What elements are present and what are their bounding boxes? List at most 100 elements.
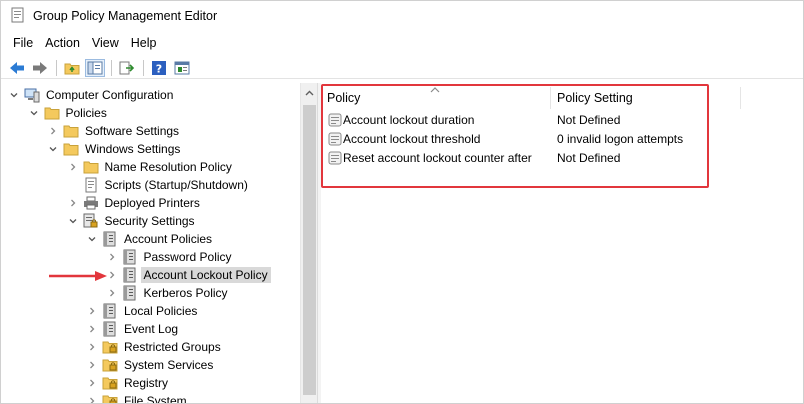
tree-item[interactable]: Software Settings xyxy=(46,122,182,140)
computer-icon xyxy=(24,87,40,103)
security-settings-icon xyxy=(83,213,99,229)
printer-icon xyxy=(83,195,99,211)
scroll-up-arrow-icon[interactable] xyxy=(305,87,314,96)
chevron-right-icon[interactable] xyxy=(85,322,99,336)
tree-item[interactable]: Registry xyxy=(85,374,171,392)
tree-item-label: Registry xyxy=(124,376,169,390)
details-pane: Policy Policy Setting Account lockout du… xyxy=(321,83,803,403)
tree-item-label: Computer Configuration xyxy=(46,88,174,102)
tree-item-label: System Services xyxy=(124,358,214,372)
tree-item-label: Local Policies xyxy=(124,304,198,318)
column-header-policy[interactable]: Policy xyxy=(327,91,360,105)
tree-item[interactable]: Computer Configuration xyxy=(7,86,176,104)
tree-item-label: Password Policy xyxy=(143,250,232,264)
tree-item[interactable]: Policies xyxy=(27,104,110,122)
locked-folder-icon xyxy=(102,375,118,391)
tree-item-label: Windows Settings xyxy=(85,142,181,156)
menu-bar: File Action View Help xyxy=(1,33,163,53)
policy-book-icon xyxy=(102,231,118,247)
tree-item[interactable]: Account Policies xyxy=(85,230,215,248)
tree-item-label: Account Policies xyxy=(124,232,213,246)
policy-item-icon xyxy=(327,150,343,166)
menu-view[interactable]: View xyxy=(86,36,125,50)
tree-item-label: Restricted Groups xyxy=(124,340,221,354)
tree-item[interactable]: Kerberos Policy xyxy=(105,284,231,302)
tree-item-label: Event Log xyxy=(124,322,179,336)
toolbar: ? xyxy=(1,57,803,79)
chevron-right-icon[interactable] xyxy=(66,160,80,174)
chevron-right-icon[interactable] xyxy=(85,376,99,390)
tree-item-label: Scripts (Startup/Shutdown) xyxy=(104,178,248,192)
policy-book-icon xyxy=(102,321,118,337)
export-list-icon[interactable] xyxy=(117,59,137,77)
back-icon[interactable] xyxy=(7,59,27,77)
column-divider[interactable] xyxy=(740,87,741,109)
tree-item[interactable]: Scripts (Startup/Shutdown) xyxy=(66,176,251,194)
tree-item[interactable]: Local Policies xyxy=(85,302,200,320)
menu-file[interactable]: File xyxy=(7,36,39,50)
policy-name: Reset account lockout counter after xyxy=(343,150,532,165)
locked-folder-icon xyxy=(102,393,118,403)
tree-item[interactable]: System Services xyxy=(85,356,216,374)
chevron-right-icon[interactable] xyxy=(46,124,60,138)
tree-item-label: Kerberos Policy xyxy=(143,286,228,300)
no-expander xyxy=(66,178,80,192)
tree-item-label: File System xyxy=(124,394,187,403)
window-title: Group Policy Management Editor xyxy=(33,9,218,23)
console-tree[interactable]: Computer Configuration Policies Software S… xyxy=(5,83,317,403)
menu-help[interactable]: Help xyxy=(125,36,163,50)
toolbar-separator xyxy=(56,59,57,76)
app-icon xyxy=(11,7,25,26)
tree-item[interactable]: Account Lockout Policy xyxy=(105,266,271,284)
policy-book-icon xyxy=(122,267,138,283)
policy-book-icon xyxy=(122,285,138,301)
tree-item[interactable]: Windows Settings xyxy=(46,140,183,158)
chevron-right-icon[interactable] xyxy=(66,196,80,210)
tree-item[interactable]: Name Resolution Policy xyxy=(66,158,235,176)
policy-item-icon xyxy=(327,131,343,147)
tree-item-label: Policies xyxy=(65,106,107,120)
tree-scrollbar[interactable] xyxy=(300,83,317,403)
chevron-down-icon[interactable] xyxy=(27,106,41,120)
policy-setting: Not Defined xyxy=(557,150,621,165)
pointer-arrow-annotation xyxy=(49,271,107,281)
chevron-right-icon[interactable] xyxy=(85,358,99,372)
title-bar: Group Policy Management Editor xyxy=(1,1,803,31)
tree-item[interactable]: Restricted Groups xyxy=(85,338,224,356)
column-headers: Policy Policy Setting xyxy=(321,83,803,111)
tree-item[interactable]: Event Log xyxy=(85,320,181,338)
chevron-right-icon[interactable] xyxy=(105,286,119,300)
chevron-down-icon[interactable] xyxy=(85,232,99,246)
tree-item[interactable]: Security Settings xyxy=(66,212,198,230)
menu-action[interactable]: Action xyxy=(39,36,86,50)
column-header-policy-setting[interactable]: Policy Setting xyxy=(557,91,633,105)
scripts-icon xyxy=(83,177,99,193)
show-hide-tree-icon[interactable] xyxy=(85,58,105,77)
forward-icon[interactable] xyxy=(30,59,50,77)
tree-item[interactable]: Password Policy xyxy=(105,248,235,266)
tree-item[interactable]: File System xyxy=(85,392,190,403)
toolbar-separator xyxy=(143,59,144,76)
scroll-thumb[interactable] xyxy=(303,105,316,395)
policy-row[interactable]: Account lockout threshold 0 invalid logon… xyxy=(321,129,803,148)
chevron-right-icon[interactable] xyxy=(85,304,99,318)
chevron-right-icon[interactable] xyxy=(85,394,99,403)
tree-item[interactable]: Deployed Printers xyxy=(66,194,203,212)
folder-icon xyxy=(63,141,79,157)
column-divider[interactable] xyxy=(550,87,551,109)
policy-row[interactable]: Reset account lockout counter after Not D… xyxy=(321,148,803,167)
locked-folder-icon xyxy=(102,339,118,355)
chevron-right-icon[interactable] xyxy=(85,340,99,354)
sort-up-icon xyxy=(429,83,441,93)
help-icon[interactable]: ? xyxy=(149,59,169,77)
policy-setting: Not Defined xyxy=(557,112,621,127)
chevron-down-icon[interactable] xyxy=(66,214,80,228)
up-folder-icon[interactable] xyxy=(62,59,82,77)
chevron-right-icon[interactable] xyxy=(105,250,119,264)
tree-item-label: Name Resolution Policy xyxy=(104,160,232,174)
properties-icon[interactable] xyxy=(172,59,192,77)
chevron-down-icon[interactable] xyxy=(7,88,21,102)
chevron-down-icon[interactable] xyxy=(46,142,60,156)
locked-folder-icon xyxy=(102,357,118,373)
policy-row[interactable]: Account lockout duration Not Defined xyxy=(321,110,803,129)
